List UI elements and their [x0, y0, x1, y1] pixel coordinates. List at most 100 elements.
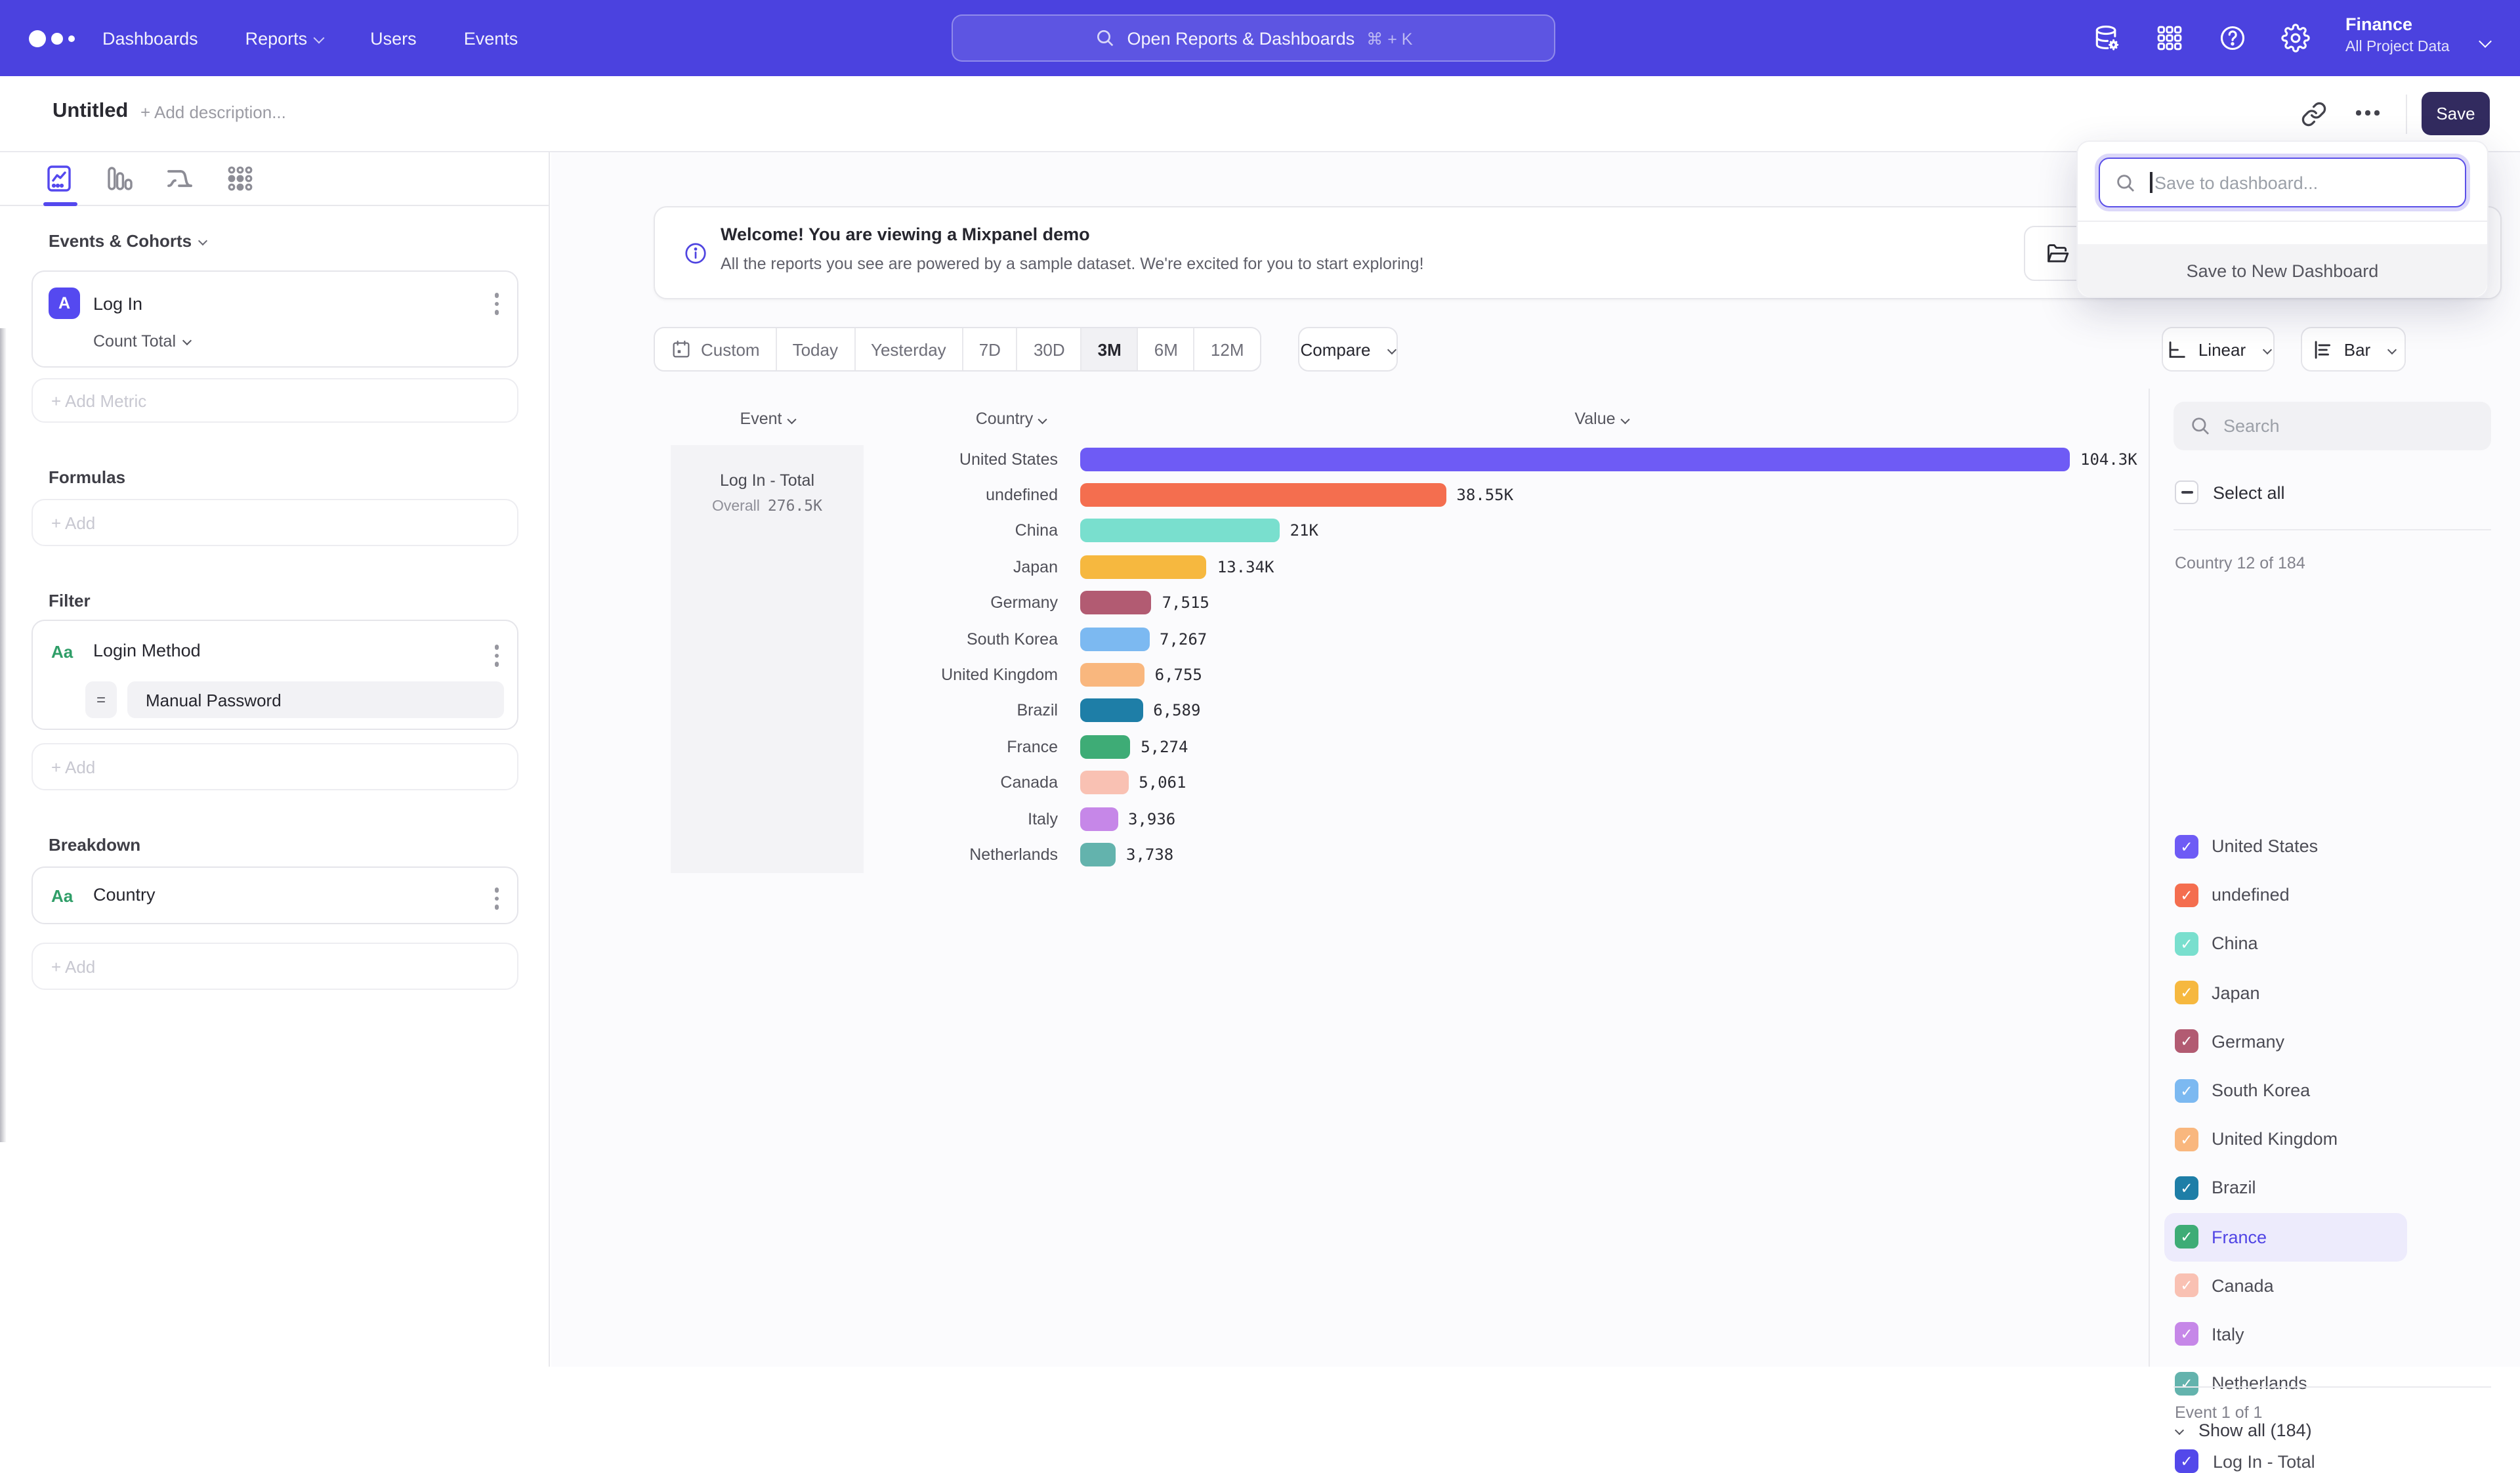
- country-legend-item[interactable]: ✓ South Korea: [2164, 1066, 2407, 1115]
- date-range-option[interactable]: 30D: [1018, 328, 1082, 370]
- add-metric-button[interactable]: + Add Metric: [32, 378, 518, 423]
- bar[interactable]: [1080, 771, 1128, 794]
- add-filter-button[interactable]: + Add: [32, 743, 518, 790]
- help-icon[interactable]: [2218, 24, 2247, 53]
- date-range-option[interactable]: Yesterday: [855, 328, 963, 370]
- filter-property-name[interactable]: Login Method: [93, 641, 201, 660]
- column-header-country[interactable]: Country: [919, 410, 1102, 428]
- country-legend-item[interactable]: ✓ Japan: [2164, 968, 2407, 1017]
- country-checkbox[interactable]: ✓: [2175, 1127, 2198, 1151]
- mixpanel-logo-icon[interactable]: [29, 0, 75, 76]
- scale-selector-button[interactable]: Linear: [2162, 327, 2275, 372]
- more-options-icon[interactable]: [2356, 110, 2379, 115]
- country-checkbox[interactable]: ✓: [2175, 1176, 2198, 1200]
- chevron-down-icon[interactable]: [2473, 32, 2490, 55]
- metric-card-log-in[interactable]: A Log In Count Total: [32, 270, 518, 368]
- nav-item[interactable]: Users: [370, 28, 417, 48]
- nav-item[interactable]: Events: [464, 28, 518, 48]
- country-legend-item[interactable]: ✓ Canada: [2164, 1261, 2407, 1310]
- add-description-field[interactable]: + Add description...: [140, 102, 286, 122]
- bar[interactable]: [1080, 519, 1280, 543]
- country-legend-item[interactable]: ✓ undefined: [2164, 870, 2407, 919]
- settings-gear-icon[interactable]: [2281, 24, 2310, 53]
- country-legend-item[interactable]: ✓ Netherlands: [2164, 1359, 2407, 1407]
- country-checkbox[interactable]: ✓: [2175, 834, 2198, 858]
- bar[interactable]: [1080, 699, 1143, 723]
- bar-row: Italy 3,936: [864, 801, 2137, 837]
- country-checkbox[interactable]: ✓: [2175, 1323, 2198, 1346]
- filter-value[interactable]: Manual Password: [127, 681, 504, 718]
- add-breakdown-button[interactable]: + Add: [32, 943, 518, 990]
- select-all-row[interactable]: Select all: [2175, 480, 2285, 504]
- country-legend-item[interactable]: ✓ Brazil: [2164, 1164, 2407, 1212]
- save-to-new-dashboard-button[interactable]: Save to New Dashboard: [2078, 244, 2487, 297]
- tab-flows-icon[interactable]: [164, 163, 196, 194]
- data-management-icon[interactable]: [2092, 24, 2121, 53]
- event-checkbox[interactable]: ✓: [2175, 1449, 2198, 1473]
- country-legend-item[interactable]: ✓ Italy: [2164, 1310, 2407, 1359]
- country-name: China: [2212, 934, 2258, 954]
- report-title[interactable]: Untitled: [52, 100, 128, 123]
- country-checkbox[interactable]: ✓: [2175, 1030, 2198, 1054]
- country-legend-item[interactable]: ✓ France: [2164, 1212, 2407, 1261]
- search-icon: [2114, 171, 2137, 194]
- breakdown-menu-icon[interactable]: [494, 887, 499, 909]
- value-label: 38.55K: [1456, 486, 1513, 504]
- metric-menu-icon[interactable]: [494, 293, 499, 314]
- tab-insights-icon[interactable]: [43, 163, 75, 194]
- save-to-dashboard-input[interactable]: Save to dashboard...: [2099, 158, 2466, 207]
- filter-menu-icon[interactable]: [494, 645, 499, 666]
- country-legend-item[interactable]: ✓ United Kingdom: [2164, 1115, 2407, 1163]
- nav-item[interactable]: Reports: [245, 28, 324, 48]
- date-range-option[interactable]: 7D: [963, 328, 1018, 370]
- country-checkbox[interactable]: ✓: [2175, 1078, 2198, 1102]
- apps-grid-icon[interactable]: [2155, 24, 2184, 53]
- breakdown-card-country[interactable]: Aa Country: [32, 866, 518, 924]
- legend-search-input[interactable]: Search: [2174, 402, 2491, 450]
- date-range-option[interactable]: Today: [777, 328, 855, 370]
- event-legend-item[interactable]: ✓ Log In - Total: [2175, 1449, 2315, 1473]
- breakdown-property-name[interactable]: Country: [93, 885, 156, 905]
- bar[interactable]: [1080, 555, 1207, 579]
- country-checkbox[interactable]: ✓: [2175, 932, 2198, 956]
- metric-aggregation[interactable]: Count Total: [93, 332, 190, 351]
- bar[interactable]: [1080, 735, 1130, 759]
- filter-card-login-method[interactable]: Aa Login Method = Manual Password: [32, 620, 518, 730]
- metric-name[interactable]: Log In: [93, 294, 142, 314]
- bar[interactable]: [1080, 807, 1118, 830]
- country-checkbox[interactable]: ✓: [2175, 981, 2198, 1004]
- chart-type-button[interactable]: Bar: [2301, 327, 2406, 372]
- global-search-input[interactable]: Open Reports & Dashboards ⌘ + K: [952, 14, 1555, 62]
- date-range-option[interactable]: Custom: [655, 328, 777, 370]
- bar[interactable]: [1080, 483, 1446, 507]
- events-cohorts-header[interactable]: Events & Cohorts: [49, 231, 206, 251]
- country-legend-item[interactable]: ✓ Germany: [2164, 1017, 2407, 1066]
- copy-link-icon[interactable]: [2301, 101, 2327, 127]
- tab-funnels-icon[interactable]: [104, 163, 135, 194]
- compare-button[interactable]: Compare: [1298, 327, 1398, 372]
- save-button[interactable]: Save: [2422, 92, 2490, 135]
- bar[interactable]: [1080, 627, 1149, 651]
- nav-item[interactable]: Dashboards: [102, 28, 198, 48]
- column-header-event[interactable]: Event: [671, 410, 864, 428]
- country-legend-item[interactable]: ✓ China: [2164, 920, 2407, 968]
- country-checkbox[interactable]: ✓: [2175, 1371, 2198, 1395]
- show-all-toggle[interactable]: Show all (184): [2176, 1420, 2312, 1440]
- filter-operator[interactable]: =: [85, 681, 117, 718]
- country-legend-item[interactable]: ✓ United States: [2164, 822, 2407, 870]
- bar[interactable]: [1080, 591, 1152, 615]
- column-header-value[interactable]: Value: [1470, 410, 1732, 428]
- select-all-checkbox[interactable]: [2175, 480, 2198, 504]
- date-range-option[interactable]: 12M: [1195, 328, 1260, 370]
- add-formula-button[interactable]: + Add: [32, 499, 518, 546]
- country-checkbox[interactable]: ✓: [2175, 884, 2198, 907]
- bar[interactable]: [1080, 843, 1116, 866]
- country-checkbox[interactable]: ✓: [2175, 1274, 2198, 1298]
- project-selector[interactable]: Finance All Project Data: [2345, 12, 2450, 58]
- bar[interactable]: [1080, 663, 1144, 687]
- date-range-option[interactable]: 6M: [1139, 328, 1195, 370]
- country-checkbox[interactable]: ✓: [2175, 1225, 2198, 1249]
- date-range-option[interactable]: 3M: [1082, 328, 1139, 370]
- bar[interactable]: [1080, 447, 2070, 471]
- tab-retention-icon[interactable]: [224, 163, 256, 194]
